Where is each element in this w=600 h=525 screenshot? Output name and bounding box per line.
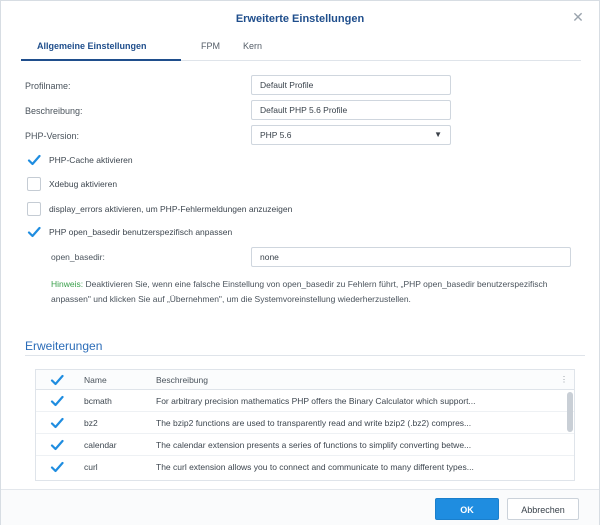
checkmark-icon	[50, 374, 64, 386]
row-checkbox[interactable]	[50, 416, 64, 430]
close-icon[interactable]: ✕	[571, 10, 585, 24]
xdebug-checkbox[interactable]	[27, 177, 41, 191]
checkmark-icon	[27, 154, 41, 166]
checkmark-icon	[27, 226, 41, 238]
checkmark-icon	[50, 461, 64, 473]
column-header-name[interactable]: Name	[84, 375, 107, 385]
php-cache-label: PHP-Cache aktivieren	[49, 155, 133, 165]
title-bar: Erweiterte Einstellungen ✕	[1, 1, 599, 31]
row-checkbox[interactable]	[50, 460, 64, 474]
hint-keyword: Hinweis:	[51, 279, 84, 289]
tab-general-settings[interactable]: Allgemeine Einstellungen	[37, 41, 147, 51]
section-divider	[25, 355, 585, 356]
php-cache-checkbox[interactable]	[27, 153, 41, 167]
row-checkbox[interactable]	[50, 438, 64, 452]
cancel-button[interactable]: Abbrechen	[507, 498, 579, 520]
display-errors-label: display_errors aktivieren, um PHP-Fehler…	[49, 204, 293, 214]
extensions-section-title: Erweiterungen	[25, 339, 103, 353]
settings-dialog: Erweiterte Einstellungen ✕ Allgemeine Ei…	[0, 0, 600, 525]
profile-name-input[interactable]: Default Profile	[251, 75, 451, 95]
checkmark-icon	[50, 439, 64, 451]
extensions-table: Name Beschreibung ⋮ bcmath For arbitrary…	[35, 369, 575, 481]
table-row[interactable]: bz2 The bzip2 functions are used to tran…	[36, 412, 574, 434]
php-version-select[interactable]: PHP 5.6 ▼	[251, 125, 451, 145]
ok-button[interactable]: OK	[435, 498, 499, 520]
profile-name-label: Profilname:	[25, 81, 71, 91]
column-header-description[interactable]: Beschreibung	[156, 375, 208, 385]
column-menu-icon[interactable]: ⋮	[560, 375, 568, 384]
extension-description: The calendar extension presents a series…	[156, 440, 472, 450]
table-header: Name Beschreibung ⋮	[36, 370, 574, 390]
extension-name: curl	[84, 462, 98, 472]
checkmark-icon	[50, 395, 64, 407]
php-version-value: PHP 5.6	[260, 130, 292, 140]
tab-fpm[interactable]: FPM	[201, 41, 220, 51]
extension-description: The curl extension allows you to connect…	[156, 462, 474, 472]
table-row[interactable]: calendar The calendar extension presents…	[36, 434, 574, 456]
tab-kern[interactable]: Kern	[243, 41, 262, 51]
extension-name: calendar	[84, 440, 117, 450]
hint-text: Hinweis: Deaktivieren Sie, wenn eine fal…	[51, 277, 581, 307]
table-scrollbar[interactable]	[567, 392, 573, 432]
extension-description: For arbitrary precision mathematics PHP …	[156, 396, 476, 406]
table-row[interactable]: bcmath For arbitrary precision mathemati…	[36, 390, 574, 412]
extension-name: bz2	[84, 418, 98, 428]
active-tab-indicator	[21, 59, 181, 61]
xdebug-label: Xdebug aktivieren	[49, 179, 118, 189]
tab-bar: Allgemeine Einstellungen FPM Kern	[21, 37, 581, 61]
hint-body: Deaktivieren Sie, wenn eine falsche Eins…	[51, 279, 548, 304]
extension-name: bcmath	[84, 396, 112, 406]
description-label: Beschreibung:	[25, 106, 83, 116]
dialog-title: Erweiterte Einstellungen	[235, 13, 365, 25]
display-errors-checkbox[interactable]	[27, 202, 41, 216]
php-version-label: PHP-Version:	[25, 131, 80, 141]
open-basedir-checkbox[interactable]	[27, 225, 41, 239]
open-basedir-label: open_basedir:	[51, 252, 105, 262]
open-basedir-toggle-label: PHP open_basedir benutzerspezifisch anpa…	[49, 227, 233, 237]
dropdown-arrow-icon: ▼	[434, 130, 442, 139]
checkmark-icon	[50, 417, 64, 429]
extension-description: The bzip2 functions are used to transpar…	[156, 418, 472, 428]
table-row[interactable]: curl The curl extension allows you to co…	[36, 456, 574, 478]
row-checkbox[interactable]	[50, 394, 64, 408]
select-all-checkbox[interactable]	[50, 373, 64, 387]
open-basedir-input[interactable]: none	[251, 247, 571, 267]
dialog-footer: OK Abbrechen	[1, 489, 599, 525]
description-input[interactable]: Default PHP 5.6 Profile	[251, 100, 451, 120]
